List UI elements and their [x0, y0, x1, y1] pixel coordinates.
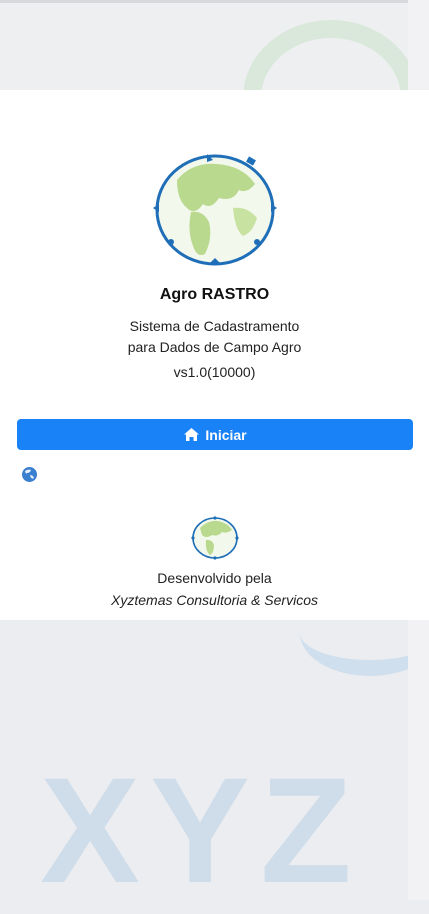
start-button[interactable]: Iniciar — [17, 419, 413, 450]
background-swirl — [243, 20, 419, 90]
company-name: Xyztemas Consultoria & Servicos — [111, 592, 318, 608]
app-subtitle: Sistema de Cadastramento para Dados de C… — [0, 316, 429, 358]
developed-by-label: Desenvolvido pela — [157, 570, 272, 586]
background-watermark: XYZ — [40, 746, 362, 914]
app-name: Agro RASTRO — [159, 286, 270, 303]
background-top-banner — [0, 0, 429, 90]
app-subtitle-line1: Sistema de Cadastramento — [129, 318, 300, 334]
globe-logo-icon — [153, 154, 277, 266]
app-subtitle-line2: para Dados de Campo Agro — [127, 339, 302, 355]
globe-icon[interactable] — [21, 466, 38, 483]
splash-card: Agro RASTRO Sistema de Cadastramento par… — [0, 90, 429, 620]
start-button-label: Iniciar — [205, 426, 247, 443]
home-icon — [184, 428, 200, 441]
company-logo-icon — [191, 516, 239, 560]
status-bar-divider — [0, 0, 429, 3]
app-version: vs1.0(10000) — [173, 364, 256, 380]
